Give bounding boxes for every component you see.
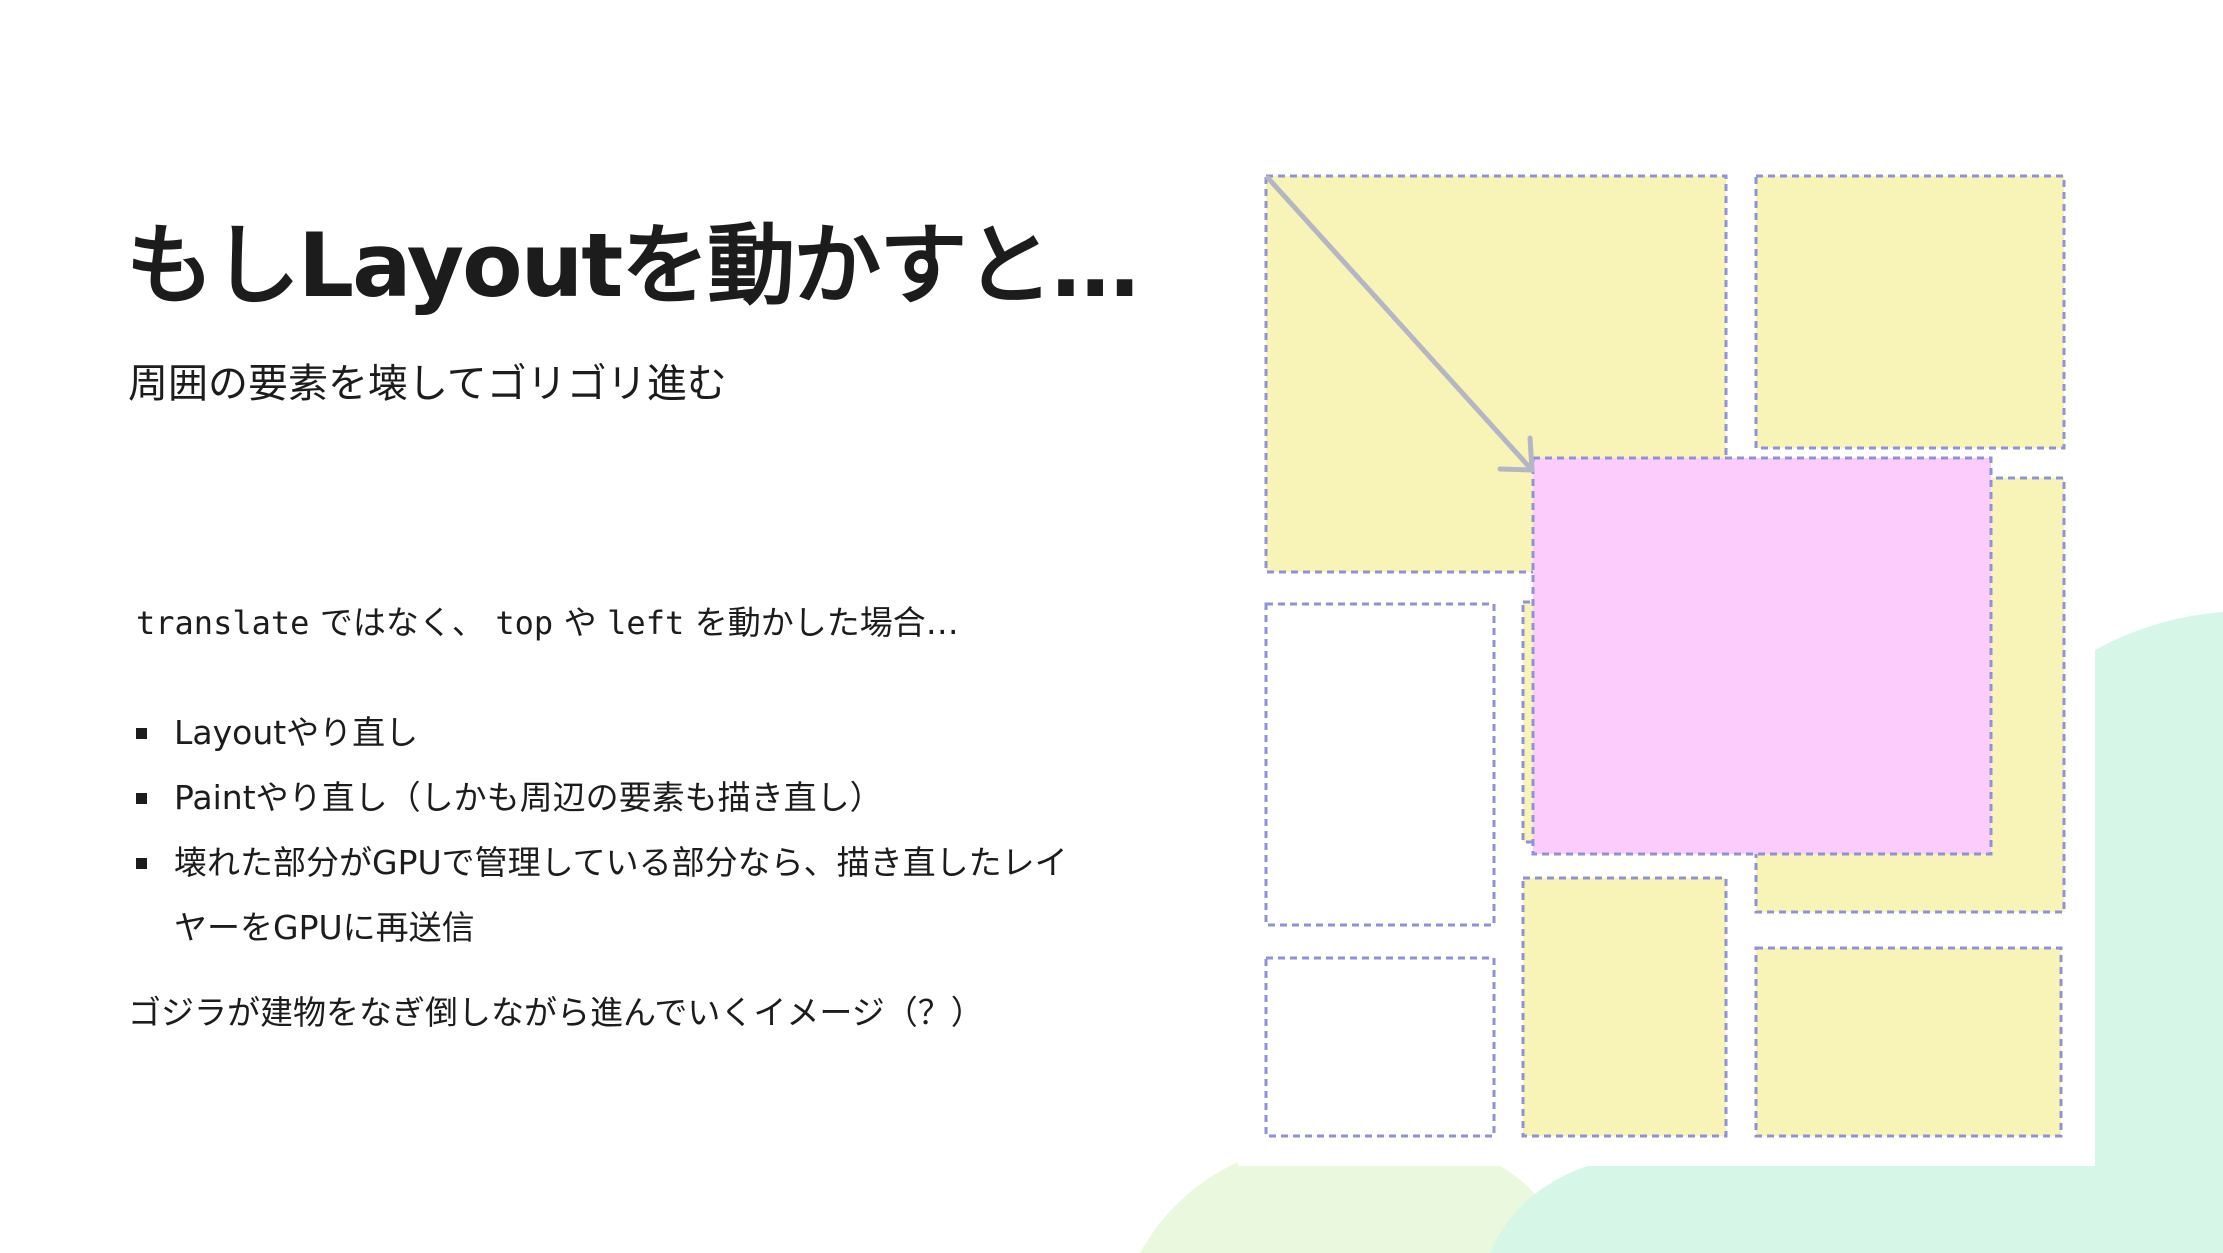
layout-diagram	[1238, 162, 2095, 1166]
code-translate: translate	[136, 604, 310, 642]
intro-text-2: や	[553, 603, 608, 642]
moved-element	[1531, 456, 1993, 856]
closing-text: ゴジラが建物をなぎ倒しながら進んでいくイメージ（？）	[128, 993, 984, 1032]
intro-text-1: ではなく、	[309, 603, 496, 642]
layout-block-empty-bottom-left	[1264, 956, 1496, 1138]
bullet-layout-redo: Layoutやり直し	[128, 700, 1088, 765]
intro-text-3: を動かした場合…	[684, 603, 959, 642]
intro-text: translate ではなく、 top や left を動かした場合…	[136, 606, 959, 639]
code-left: left	[607, 604, 685, 642]
layout-block-empty-left	[1264, 602, 1496, 927]
bullet-paint-redo: Paintやり直し（しかも周辺の要素も描き直し）	[128, 765, 1088, 830]
layout-block-bottom-right	[1754, 946, 2063, 1138]
layout-block-bottom-center	[1521, 876, 1728, 1138]
slide-subtitle: 周囲の要素を壊してゴリゴリ進む	[128, 361, 727, 407]
layout-block-top-right	[1754, 174, 2066, 450]
bullet-gpu-resend: 壊れた部分がGPUで管理している部分なら、描き直したレイヤーをGPUに再送信	[128, 830, 1088, 960]
code-top: top	[495, 604, 554, 642]
bullet-list: Layoutやり直し Paintやり直し（しかも周辺の要素も描き直し） 壊れた部…	[128, 700, 1088, 960]
slide-title: もしLayoutを動かすと…	[126, 214, 1139, 317]
